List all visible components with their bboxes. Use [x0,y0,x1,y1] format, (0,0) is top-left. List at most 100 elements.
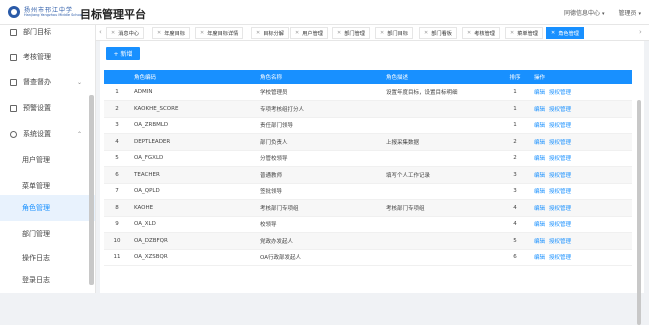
close-icon[interactable]: ✕ [295,30,299,36]
table-row: 4 DEPTLEADER 部门负责人 上报采集数据 2 编辑 授权管理 [104,133,632,151]
edit-link[interactable]: 编辑 [534,140,545,146]
edit-link[interactable]: 编辑 [534,107,545,113]
table-row: 11 OA_XZSBQR OA行政部发起人 6 编辑 授权管理 [104,249,632,266]
auth-mgmt-link[interactable]: 授权管理 [549,140,571,146]
tab-dept-mgmt[interactable]: ✕ 部门管理 [332,27,370,39]
edit-link[interactable]: 编辑 [534,189,545,195]
chevron-down-icon: ⌄ [76,78,82,86]
sort-cell: 3 [500,166,530,184]
role-desc-cell: 设置年度目标，设置目标明细 [382,84,500,101]
edit-link[interactable]: 编辑 [534,173,545,179]
auth-mgmt-link[interactable]: 授权管理 [549,156,571,162]
tab-annual-goals[interactable]: ✕ 年度目标 [152,27,190,39]
edit-link[interactable]: 编辑 [534,206,545,212]
sidebar-scrollbar[interactable] [89,95,94,285]
table-row: 9 OA_XLD 校领导 4 编辑 授权管理 [104,216,632,233]
chevron-up-icon: ⌃ [76,130,82,138]
role-desc-cell: 上报采集数据 [382,133,500,151]
sidebar-item-dept-mgmt[interactable]: 部门管理 [0,221,95,247]
close-icon[interactable]: ✕ [380,30,384,36]
operation-cell: 编辑 授权管理 [530,133,632,151]
close-icon[interactable]: ✕ [551,30,555,36]
tab-assessment[interactable]: ✕ 考核管理 [462,27,500,39]
role-table: 角色编码 角色名称 角色描述 排序 操作 1 ADMIN 学校管理员 设置年度目标，设… [104,70,632,266]
role-desc-cell [382,150,500,167]
auth-mgmt-link[interactable]: 授权管理 [549,173,571,179]
edit-link[interactable]: 编辑 [534,156,545,162]
role-name-cell: 学校管理员 [256,84,382,101]
row-index: 7 [104,183,130,200]
operation-cell: 编辑 授权管理 [530,84,632,101]
message-center-link[interactable]: 同德信息中心 ▾ [564,8,605,17]
sidebar-item-assessment[interactable]: 考核管理 [0,44,95,70]
grid-icon [10,28,17,36]
sidebar-item-login-log[interactable]: 登录日志 [0,267,95,293]
edit-link[interactable]: 编辑 [534,255,545,261]
role-desc-cell: 考核部门专项组 [382,199,500,217]
close-icon[interactable]: ✕ [200,30,204,36]
main-content: + 新增 角色编码 角色名称 角色描述 排序 操作 1 ADMIN 学校管理员 设置年… [100,41,644,325]
close-icon[interactable]: ✕ [256,30,260,36]
sort-cell: 5 [500,232,530,250]
sidebar-item-system-settings[interactable]: 系统设置 ⌃ [0,121,95,147]
role-desc-cell [382,249,500,266]
sort-cell: 4 [500,216,530,233]
sidebar-item-supervision[interactable]: 督查督办 ⌄ [0,69,95,95]
tab-role-mgmt[interactable]: ✕ 角色管理 [546,27,584,39]
tab-dept-board[interactable]: ✕ 部门看板 [419,27,457,39]
user-menu[interactable]: 管理员 ▾ [618,8,641,17]
tab-message-center[interactable]: ✕ 消息中心 [106,27,144,39]
close-icon[interactable]: ✕ [157,30,161,36]
app-title: 目标管理平台 [80,8,146,21]
header-role-desc: 角色描述 [382,70,500,84]
close-icon[interactable]: ✕ [424,30,428,36]
close-icon[interactable]: ✕ [337,30,341,36]
sidebar-item-user-mgmt[interactable]: 用户管理 [0,147,95,173]
tab-bar: ‹ ✕ 消息中心 ✕ 年度目标 ✕ 年度目标详情 ✕ 目标分解 ✕ 用户管理 ✕ 部门管理 … [96,25,649,41]
table-row: 2 KAOKHE_SCORE 专项考核组打分人 1 编辑 授权管理 [104,100,632,118]
row-index: 4 [104,133,130,151]
auth-mgmt-link[interactable]: 授权管理 [549,90,571,96]
tab-goal-breakdown[interactable]: ✕ 目标分解 [251,27,289,39]
operation-cell: 编辑 授权管理 [530,166,632,184]
close-icon[interactable]: ✕ [510,30,514,36]
clipboard-icon [10,78,17,86]
sidebar-item-alerts[interactable]: 预警设置 [0,95,95,121]
role-code-cell: OA_FGXLD [130,150,256,167]
close-icon[interactable]: ✕ [467,30,471,36]
auth-mgmt-link[interactable]: 授权管理 [549,206,571,212]
auth-mgmt-link[interactable]: 授权管理 [549,123,571,129]
sidebar-item-role-mgmt[interactable]: 角色管理 [0,195,95,221]
chevron-down-icon: ▾ [638,11,641,17]
row-index: 5 [104,150,130,167]
operation-cell: 编辑 授权管理 [530,100,632,118]
role-desc-cell [382,216,500,233]
role-name-cell: 考核部门专项组 [256,199,382,217]
tab-dept-goals[interactable]: ✕ 部门目标 [375,27,413,39]
tab-menu-mgmt[interactable]: ✕ 菜单管理 [505,27,543,39]
tab-user-mgmt[interactable]: ✕ 用户管理 [290,27,328,39]
tab-scroll-left-icon[interactable]: ‹ [99,28,102,36]
row-index: 9 [104,216,130,233]
app-header: 扬州市邗江中学 Hanjiang Yangzhou Middle School … [0,0,649,25]
sidebar-item-dept-goals[interactable]: 部门目标 [0,25,95,45]
table-row: 10 OA_DZBFQR 党政办发起人 5 编辑 授权管理 [104,232,632,250]
auth-mgmt-link[interactable]: 授权管理 [549,189,571,195]
main-scrollbar[interactable] [637,100,641,325]
auth-mgmt-link[interactable]: 授权管理 [549,239,571,245]
auth-mgmt-link[interactable]: 授权管理 [549,255,571,261]
auth-mgmt-link[interactable]: 授权管理 [549,107,571,113]
edit-link[interactable]: 编辑 [534,90,545,96]
close-icon[interactable]: ✕ [111,30,115,36]
edit-link[interactable]: 编辑 [534,239,545,245]
add-role-button[interactable]: + 新增 [106,47,140,60]
edit-link[interactable]: 编辑 [534,222,545,228]
role-desc-cell [382,117,500,134]
tab-annual-goal-detail[interactable]: ✕ 年度目标详情 [195,27,244,39]
auth-mgmt-link[interactable]: 授权管理 [549,222,571,228]
role-name-cell: 责任部门领导 [256,117,382,134]
row-index: 1 [104,84,130,101]
edit-link[interactable]: 编辑 [534,123,545,129]
tab-scroll-right-icon[interactable]: › [639,28,642,36]
sort-cell: 2 [500,133,530,151]
